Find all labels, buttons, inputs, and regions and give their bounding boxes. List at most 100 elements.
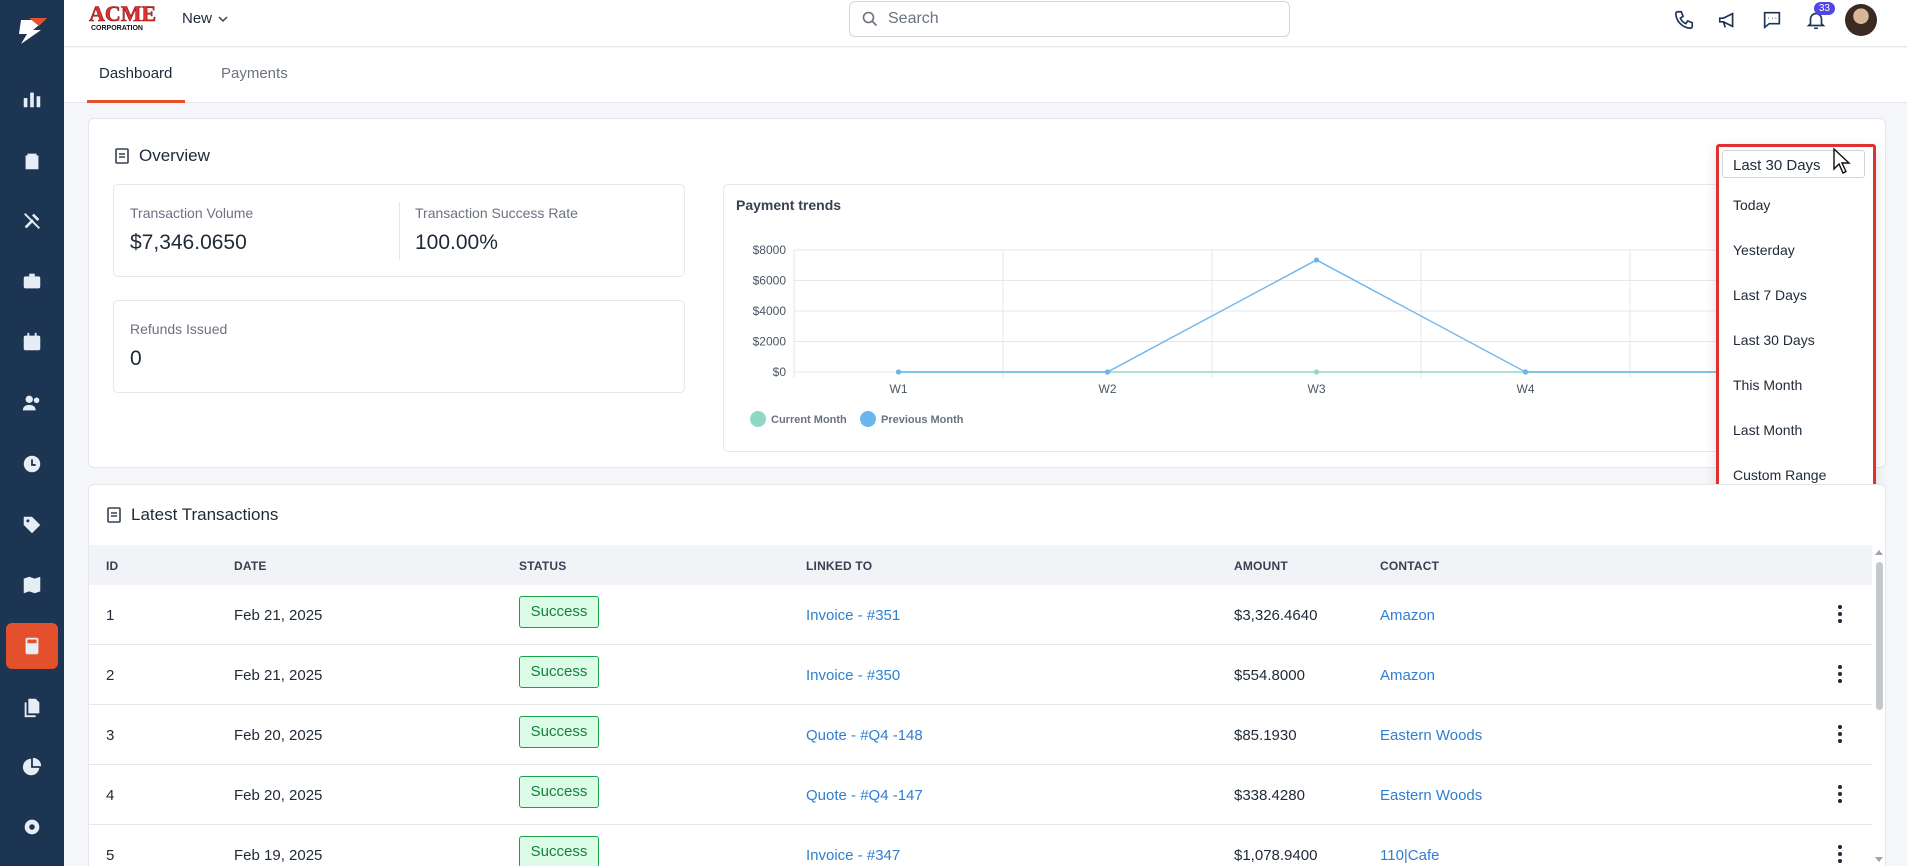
app-logo[interactable] [0, 0, 64, 62]
scroll-thumb[interactable] [1876, 562, 1883, 710]
x-tick-label: W2 [1099, 382, 1117, 396]
sidebar-item-jobs[interactable] [6, 258, 58, 304]
cell-linked-to[interactable]: Invoice - #351 [806, 607, 900, 624]
range-option-custom-range[interactable]: Custom Range [1733, 467, 1826, 483]
table-row[interactable]: 4 Feb 20, 2025 Quote - #Q4 -147 $338.4280 Ea… [89, 765, 1872, 825]
date-range-dropdown[interactable]: Last 30 Days Today Yesterday Last 7 Days… [1716, 144, 1876, 512]
cell-contact[interactable]: 110|Cafe [1380, 847, 1440, 864]
row-menu-icon[interactable] [1838, 725, 1842, 746]
cell-date: Feb 20, 2025 [234, 787, 323, 804]
sidebar-item-pricing[interactable] [6, 502, 58, 548]
brand-subtitle: CORPORATION [91, 25, 143, 32]
sidebar-item-contacts[interactable] [6, 380, 58, 426]
cell-date: Feb 20, 2025 [234, 727, 323, 744]
avatar[interactable] [1845, 4, 1877, 36]
refunds-label: Refunds Issued [130, 321, 228, 337]
range-option-today[interactable]: Today [1733, 197, 1770, 213]
cell-amount: $554.8000 [1234, 667, 1305, 684]
overview-title: Overview [139, 146, 210, 165]
stat-divider [399, 202, 400, 260]
tab-dashboard[interactable]: Dashboard [99, 65, 172, 98]
new-button[interactable]: New [182, 10, 228, 27]
refunds-value: 0 [130, 347, 142, 370]
cell-id: 1 [106, 607, 115, 624]
sidebar-item-reports[interactable] [6, 76, 58, 122]
sidebar-item-calendar[interactable] [6, 319, 58, 365]
cell-linked-to[interactable]: Quote - #Q4 -147 [806, 787, 923, 804]
refunds-stat: Refunds Issued 0 [113, 300, 685, 393]
range-option-last-month[interactable]: Last Month [1733, 422, 1802, 438]
table-row[interactable]: 2 Feb 21, 2025 Invoice - #350 $554.8000 Amaz… [89, 645, 1872, 705]
tab-payments[interactable]: Payments [221, 65, 288, 98]
x-tick-label: W3 [1308, 382, 1326, 396]
table-row[interactable]: 3 Feb 20, 2025 Quote - #Q4 -148 $85.1930 Eas… [89, 705, 1872, 765]
range-option-this-month[interactable]: This Month [1733, 377, 1802, 393]
calculator-icon [25, 637, 39, 655]
messages-button[interactable] [1757, 5, 1787, 35]
legend-label: Previous Month [881, 414, 964, 426]
y-tick-label: $0 [773, 365, 787, 379]
cell-linked-to[interactable]: Invoice - #347 [806, 847, 900, 864]
transactions-header: Latest Transactions [107, 505, 278, 525]
sidebar-item-settings[interactable] [6, 804, 58, 850]
col-amount: AMOUNT [1234, 559, 1288, 573]
search-input[interactable] [888, 10, 1248, 28]
row-menu-icon[interactable] [1838, 665, 1842, 686]
status-badge: Success [519, 836, 599, 866]
search-icon [862, 11, 878, 27]
cell-linked-to[interactable]: Invoice - #350 [806, 667, 900, 684]
col-contact: CONTACT [1380, 559, 1440, 573]
table-row[interactable]: 1 Feb 21, 2025 Invoice - #351 $3,326.4640 Am… [89, 585, 1872, 645]
chat-icon [1763, 11, 1781, 30]
pie-chart-icon [22, 757, 42, 776]
receipt-icon [107, 507, 121, 523]
cell-contact[interactable]: Eastern Woods [1380, 727, 1482, 744]
data-point [1313, 257, 1320, 263]
sidebar-item-documents[interactable] [6, 138, 58, 184]
phone-button[interactable] [1669, 5, 1699, 35]
chart-canvas: $0 $2000 $4000 $6000 $8000 W1 W2 W3 W4 Current Mo… [750, 243, 1812, 427]
sidebar-item-timesheets[interactable] [6, 441, 58, 487]
y-tick-label: $4000 [753, 304, 787, 318]
page-tabs: Dashboard Payments [64, 48, 1907, 103]
sidebar-item-map[interactable] [6, 562, 58, 608]
cell-contact[interactable]: Amazon [1380, 667, 1435, 684]
row-menu-icon[interactable] [1838, 845, 1842, 866]
announcements-button[interactable] [1713, 5, 1743, 35]
range-option-last-30-days[interactable]: Last 30 Days [1733, 332, 1815, 348]
megaphone-icon [1718, 12, 1734, 28]
row-menu-icon[interactable] [1838, 785, 1842, 806]
sidebar-item-tools[interactable] [6, 198, 58, 244]
cell-linked-to[interactable]: Quote - #Q4 -148 [806, 727, 923, 744]
col-id: ID [106, 559, 119, 573]
mouse-cursor-icon [1833, 147, 1851, 174]
sidebar-item-files[interactable] [6, 684, 58, 730]
legend-label: Current Month [771, 414, 847, 426]
status-badge: Success [519, 716, 599, 748]
search-box[interactable] [849, 1, 1290, 37]
range-option-yesterday[interactable]: Yesterday [1733, 242, 1795, 258]
table-scrollbar[interactable] [1874, 548, 1884, 864]
col-date: DATE [234, 559, 267, 573]
sidebar [0, 0, 64, 866]
cell-contact[interactable]: Eastern Woods [1380, 787, 1482, 804]
notifications-button[interactable]: 33 [1801, 2, 1835, 35]
briefcase-icon [23, 273, 41, 289]
scroll-up-icon[interactable] [1874, 548, 1884, 556]
row-menu-icon[interactable] [1838, 605, 1842, 626]
active-tab-indicator [87, 100, 185, 103]
sidebar-item-payments[interactable] [6, 623, 58, 669]
phone-icon [1674, 10, 1694, 30]
brand-logo[interactable]: ACME CORPORATION [88, 1, 160, 32]
scroll-down-icon[interactable] [1874, 856, 1884, 864]
data-point [1104, 369, 1111, 375]
range-option-last-7-days[interactable]: Last 7 Days [1733, 287, 1807, 303]
brand-name: ACME [89, 2, 156, 26]
files-icon [24, 698, 40, 718]
x-tick-label: W1 [890, 382, 908, 396]
y-tick-label: $6000 [753, 274, 787, 288]
sidebar-item-analytics[interactable] [6, 744, 58, 790]
cell-id: 2 [106, 667, 115, 684]
table-row[interactable]: 5 Feb 19, 2025 Invoice - #347 $1,078.9400 11… [89, 825, 1872, 866]
cell-contact[interactable]: Amazon [1380, 607, 1435, 624]
